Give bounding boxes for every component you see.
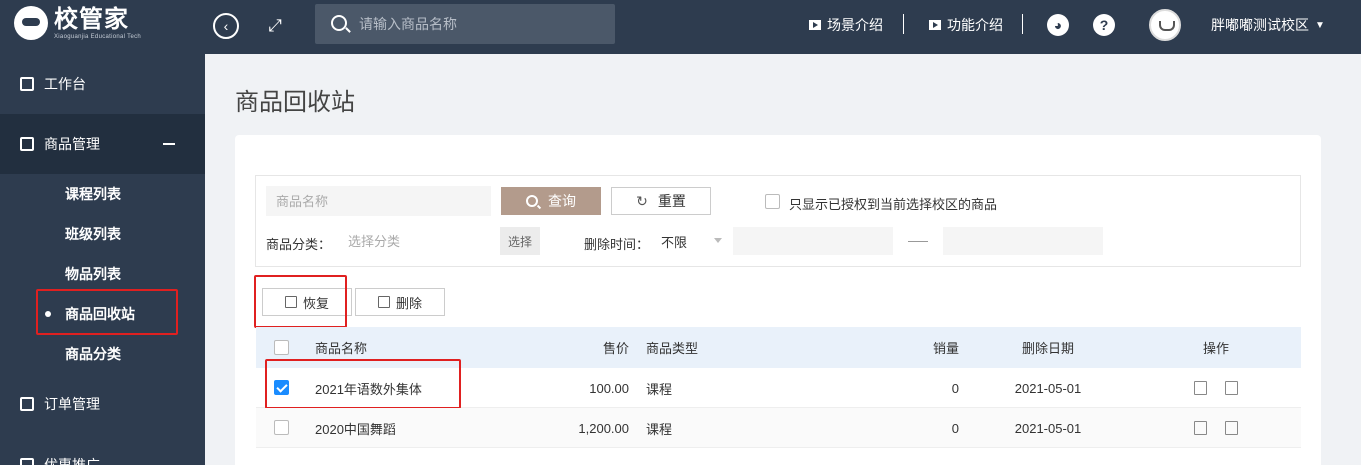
scene-intro-link[interactable]: 场景介绍: [809, 15, 883, 35]
category-label: 商品分类：: [266, 237, 332, 252]
trash-icon[interactable]: [1225, 421, 1238, 435]
col-type: 商品类型: [646, 341, 699, 356]
restore-icon[interactable]: [1194, 421, 1207, 435]
restore-icon[interactable]: [1194, 381, 1207, 395]
collapse-icon[interactable]: ‹: [213, 13, 239, 39]
document-icon: [20, 397, 34, 411]
divider: [903, 14, 904, 34]
sidebar-item-orders[interactable]: 订单管理: [0, 384, 205, 424]
category-select-button[interactable]: 选择: [500, 227, 540, 255]
caret-down-icon: [714, 238, 722, 243]
authorized-only-checkbox[interactable]: [765, 194, 780, 209]
chat-icon[interactable]: ◕: [1047, 14, 1069, 36]
goods-price: 1,200.00: [578, 420, 629, 436]
end-date-input[interactable]: [943, 227, 1103, 255]
search-input[interactable]: [359, 15, 599, 33]
sidebar-item-promotion[interactable]: 优惠推广: [0, 445, 205, 465]
video-icon: [809, 20, 821, 30]
sidebar-item-workbench[interactable]: 工作台: [0, 54, 205, 114]
col-price: 售价: [602, 341, 629, 356]
sidebar-item-item-list[interactable]: 物品列表: [0, 254, 205, 294]
col-ops: 操作: [1202, 341, 1229, 356]
highlight-box: [36, 289, 178, 335]
global-search: [315, 4, 615, 44]
logo-title: 校管家: [54, 6, 129, 33]
refresh-icon: ↻: [636, 192, 648, 209]
col-sales: 销量: [932, 341, 959, 356]
sidebar-item-course-list[interactable]: 课程列表: [0, 174, 205, 214]
trash-icon: [377, 296, 390, 308]
goods-name: 2020中国舞蹈: [315, 421, 396, 437]
campus-switcher[interactable]: 胖嘟嘟测试校区 ▼: [1211, 15, 1325, 35]
logo-icon: [14, 6, 48, 40]
video-icon: [929, 20, 941, 30]
avatar[interactable]: [1149, 9, 1181, 41]
row-checkbox[interactable]: [274, 420, 289, 435]
sidebar-item-class-list[interactable]: 班级列表: [0, 214, 205, 254]
category-input[interactable]: [338, 227, 500, 255]
query-button[interactable]: 查询: [501, 187, 601, 215]
caret-down-icon: ▼: [1315, 19, 1325, 31]
logo[interactable]: 校管家 Xiaoguanjia Educational Tech: [14, 6, 141, 40]
sidebar: 工作台 商品管理 课程列表 班级列表 物品列表 商品回收站 商品分类 订单管理 …: [0, 54, 205, 465]
fullscreen-icon[interactable]: ⤢: [262, 13, 288, 39]
highlight-box: [265, 359, 461, 409]
goods-delete-date: 2021-05-01: [1014, 380, 1082, 396]
range-separator: [908, 241, 928, 242]
goods-name-input[interactable]: [266, 186, 491, 216]
select-all-checkbox[interactable]: [274, 340, 289, 355]
trash-icon[interactable]: [1225, 381, 1238, 395]
delete-time-label: 删除时间：: [584, 237, 650, 252]
delete-button[interactable]: 删除: [355, 288, 445, 316]
goods-price: 100.00: [589, 380, 629, 396]
page-title: 商品回收站: [235, 89, 355, 116]
start-date-input[interactable]: [733, 227, 893, 255]
goods-sales: 0: [951, 380, 959, 396]
search-icon: [331, 15, 347, 31]
table-row[interactable]: 2020中国舞蹈 1,200.00 课程 0 2021-05-01: [256, 408, 1301, 448]
logo-subtitle: Xiaoguanjia Educational Tech: [54, 34, 142, 40]
authorized-only-label: 只显示已授权到当前选择校区的商品: [789, 197, 998, 212]
col-delete-date: 删除日期: [1021, 341, 1074, 356]
collapse-minus-icon: [163, 143, 175, 145]
gift-icon: [20, 458, 34, 465]
search-icon: [526, 195, 538, 207]
goods-type: 课程: [646, 381, 673, 397]
goods-sales: 0: [951, 420, 959, 436]
goods-delete-date: 2021-05-01: [1014, 420, 1082, 436]
bag-icon: [20, 137, 34, 151]
delete-time-select[interactable]: 不限: [656, 227, 728, 255]
sidebar-group-goods[interactable]: 商品管理: [0, 114, 205, 174]
sidebar-item-category[interactable]: 商品分类: [0, 334, 205, 374]
divider: [1022, 14, 1023, 34]
highlight-box: [254, 275, 347, 328]
top-bar: 校管家 Xiaoguanjia Educational Tech ‹ ⤢ 场景介…: [0, 0, 1361, 54]
reset-button[interactable]: ↻ 重置: [611, 187, 711, 215]
help-icon[interactable]: ?: [1093, 14, 1115, 36]
monitor-icon: [20, 77, 34, 91]
feature-intro-link[interactable]: 功能介绍: [929, 15, 1003, 35]
goods-type: 课程: [646, 421, 673, 437]
